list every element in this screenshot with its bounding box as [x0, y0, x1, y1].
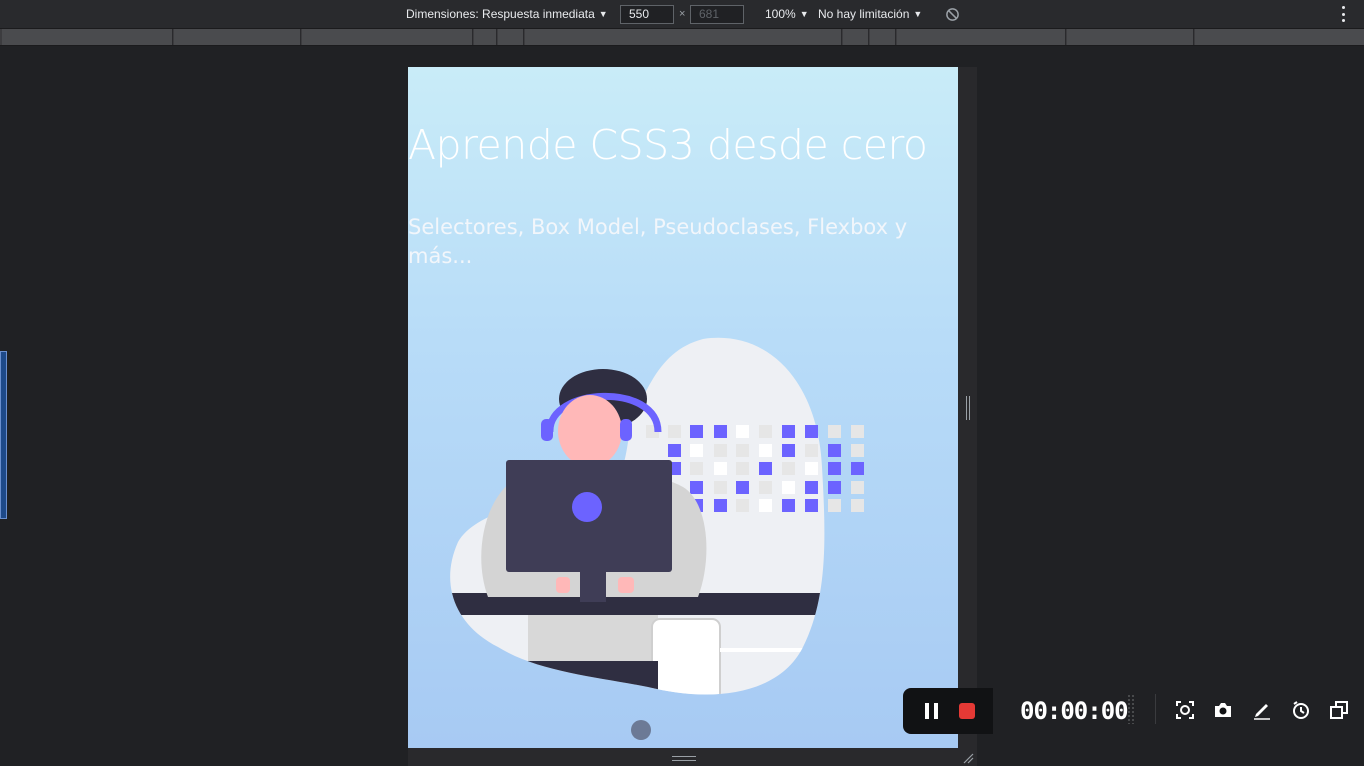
media-query-segment[interactable] [474, 29, 497, 45]
pause-icon [933, 703, 938, 719]
pause-icon [924, 703, 929, 719]
dimensions-label: Dimensiones: Respuesta inmediata [406, 7, 595, 21]
stop-button[interactable] [957, 701, 977, 721]
more-options-icon[interactable] [1342, 6, 1346, 22]
region-capture-icon[interactable] [1174, 699, 1196, 721]
left-panel-stub [0, 351, 7, 519]
device-toolbar: Dimensiones: Respuesta inmediata ▼ 550 ×… [0, 0, 1364, 28]
recorder-controls [903, 688, 993, 734]
throttling-dropdown[interactable]: No hay limitación ▼ [818, 0, 922, 28]
timer-icon[interactable] [1290, 699, 1312, 721]
rotate-icon [946, 7, 959, 21]
media-query-segment[interactable] [1067, 29, 1194, 45]
bottom-resize-handle[interactable] [672, 756, 696, 761]
chevron-down-icon: ▼ [598, 9, 608, 19]
zoom-label: 100% [765, 7, 796, 21]
page-subtitle: Selectores, Box Model, Pseudoclases, Fle… [408, 215, 908, 268]
throttling-label: No hay limitación [818, 7, 910, 21]
media-query-segment[interactable] [174, 29, 301, 45]
media-query-bar [0, 28, 1364, 46]
corner-resize-grip-icon[interactable] [962, 752, 974, 764]
right-resize-handle[interactable] [966, 396, 970, 420]
camera-icon[interactable] [1212, 699, 1234, 721]
media-query-segment[interactable] [870, 29, 896, 45]
drag-handle-icon[interactable] [1127, 694, 1135, 724]
times-symbol: × [679, 8, 686, 20]
scroll-indicator-dot[interactable] [631, 720, 651, 740]
media-query-segment[interactable] [1195, 29, 1364, 45]
window-icon[interactable] [1328, 699, 1350, 721]
width-input[interactable]: 550 [620, 4, 674, 24]
media-query-segment[interactable] [525, 29, 842, 45]
media-query-segment[interactable] [302, 29, 473, 45]
developer-illustration [450, 337, 864, 695]
media-query-segment[interactable] [843, 29, 869, 45]
chevron-down-icon: ▼ [913, 9, 923, 19]
media-query-segment[interactable] [897, 29, 1066, 45]
rotate-button[interactable] [945, 0, 960, 28]
page-title: Aprende CSS3 desde cero [408, 121, 928, 169]
toolbar-divider [1155, 694, 1156, 724]
media-query-segment[interactable] [2, 29, 173, 45]
recording-timer: 00:00:00 [1020, 697, 1129, 725]
pen-icon[interactable] [1251, 699, 1273, 721]
stop-icon [959, 703, 975, 719]
screen-recorder-toolbar: 00:00:00 [903, 688, 1364, 734]
pause-button[interactable] [921, 701, 941, 721]
emulated-viewport: Aprende CSS3 desde cero Selectores, Box … [408, 67, 958, 748]
height-input[interactable]: 681 [690, 4, 744, 24]
chevron-down-icon: ▼ [799, 9, 809, 19]
media-query-segment[interactable] [498, 29, 524, 45]
zoom-dropdown[interactable]: 100% ▼ [765, 0, 809, 28]
dimensions-dropdown[interactable]: Dimensiones: Respuesta inmediata ▼ [406, 0, 608, 28]
